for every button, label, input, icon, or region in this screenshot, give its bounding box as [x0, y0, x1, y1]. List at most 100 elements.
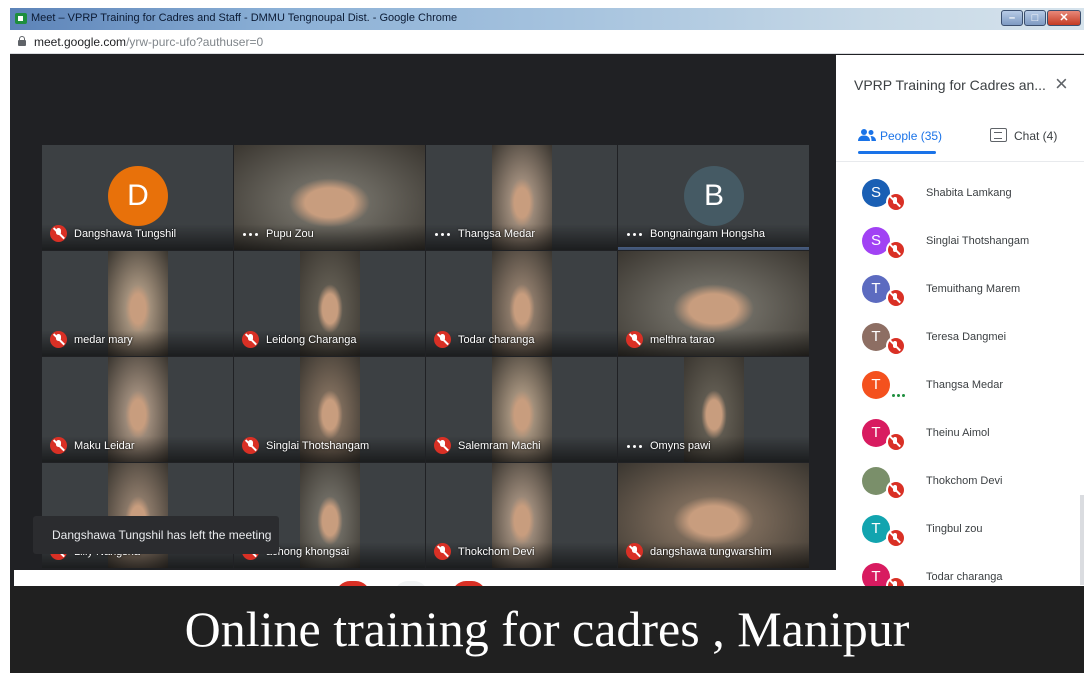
speaking-indicator-icon [243, 233, 259, 237]
participant-list-item[interactable]: Thokchom Devi [836, 459, 1076, 507]
participant-name: Salemram Machi [458, 440, 541, 452]
url-text[interactable]: meet.google.com/yrw-purc-ufo?authuser=0 [34, 35, 263, 49]
participant-avatar: D [108, 166, 168, 226]
mic-off-icon [886, 288, 906, 308]
participant-name: Pupu Zou [266, 228, 314, 240]
speaking-indicator-icon [435, 233, 451, 237]
tab-chat[interactable]: Chat (4) [990, 127, 1080, 155]
participant-tile[interactable]: dangshawa tungwarshim [618, 463, 809, 568]
maximize-button[interactable]: □ [1024, 10, 1046, 26]
participant-tile[interactable]: medar mary [42, 251, 233, 356]
participant-tile[interactable]: Maku Leidar [42, 357, 233, 462]
participant-list-name: Todar charanga [926, 571, 1003, 583]
participant-list-item[interactable]: T Theinu Aimol [836, 411, 1076, 459]
chrome-window: Meet – VPRP Training for Cadres and Staf… [10, 8, 1084, 586]
mic-off-icon [50, 225, 67, 242]
tab-people[interactable]: People (35) [858, 127, 968, 155]
meeting-control-bar [14, 570, 836, 586]
mic-off-icon [50, 331, 67, 348]
participant-tile[interactable]: D Dangshawa Tungshil [42, 145, 233, 250]
panel-title: VPRP Training for Cadres an... [854, 77, 1046, 93]
mic-off-icon [434, 437, 451, 454]
mic-off-icon [886, 336, 906, 356]
chat-icon [990, 128, 1007, 142]
mic-off-icon [886, 480, 906, 500]
close-window-button[interactable]: ✕ [1047, 10, 1081, 26]
tab-people-label: People (35) [880, 129, 943, 143]
participant-list-name: Teresa Dangmei [926, 331, 1007, 343]
close-panel-icon[interactable]: × [1055, 71, 1068, 97]
participant-tile[interactable]: melthra tarao [618, 251, 809, 356]
participant-grid: D Dangshawa Tungshil Pupu Zou Thangsa Medar… [42, 145, 810, 569]
participant-name: Omyns pawi [650, 440, 711, 452]
people-icon [858, 129, 876, 141]
screenshot-frame: Meet – VPRP Training for Cadres and Staf… [0, 0, 1084, 673]
mic-off-icon [434, 331, 451, 348]
mic-off-icon [242, 437, 259, 454]
participant-name: Singlai Thotshangam [266, 440, 370, 452]
name-shade [618, 436, 809, 462]
minimize-button[interactable]: – [1001, 10, 1023, 26]
participant-list-item[interactable]: T Temuithang Marem [836, 267, 1076, 315]
mic-off-icon [886, 528, 906, 548]
tab-chat-label: Chat (4) [1014, 129, 1058, 143]
participant-list-item[interactable]: S Shabita Lamkang [836, 171, 1076, 219]
panel-scrollbar[interactable] [1080, 495, 1084, 585]
mic-off-icon [886, 192, 906, 212]
left-meeting-toast: Dangshawa Tungshil has left the meeting [33, 516, 279, 554]
participant-name: Todar charanga [458, 334, 535, 346]
participant-avatar: T [862, 371, 890, 399]
name-shade [42, 330, 233, 356]
url-path: /yrw-purc-ufo?authuser=0 [126, 35, 264, 49]
window-title: Meet – VPRP Training for Cadres and Staf… [31, 12, 458, 24]
participant-list-item[interactable]: S Singlai Thotshangam [836, 219, 1076, 267]
participant-list-item[interactable]: T Teresa Dangmei [836, 315, 1076, 363]
meeting-stage: D Dangshawa Tungshil Pupu Zou Thangsa Medar… [10, 55, 836, 586]
participant-list-name: Tingbul zou [926, 523, 983, 535]
meet-favicon-icon [15, 13, 27, 24]
people-panel: VPRP Training for Cadres an... × People … [836, 55, 1084, 586]
name-shade [234, 224, 425, 250]
participant-name: Leidong Charanga [266, 334, 357, 346]
participant-list-item[interactable]: T Tingbul zou [836, 507, 1076, 555]
participant-list-item[interactable]: T Thangsa Medar [836, 363, 1076, 411]
participant-tile[interactable]: Pupu Zou [234, 145, 425, 250]
mic-off-icon [434, 543, 451, 560]
participant-name: Maku Leidar [74, 440, 135, 452]
participant-name: Thangsa Medar [458, 228, 536, 240]
speaking-indicator-icon [627, 445, 643, 449]
participant-name: dangshawa tungwarshim [650, 546, 772, 558]
participant-name: Dangshawa Tungshil [74, 228, 177, 240]
caption-banner: Online training for cadres , Manipur [10, 586, 1084, 673]
participant-name: melthra tarao [650, 334, 715, 346]
participant-list-name: Singlai Thotshangam [926, 235, 1030, 247]
mic-off-icon [886, 240, 906, 260]
mic-off-icon [242, 331, 259, 348]
participant-tile[interactable]: Salemram Machi [426, 357, 617, 462]
address-bar[interactable]: meet.google.com/yrw-purc-ufo?authuser=0 [10, 30, 1084, 54]
caption-text: Online training for cadres , Manipur [184, 601, 910, 657]
participant-name: Thokchom Devi [458, 546, 535, 558]
participant-list-name: Shabita Lamkang [926, 187, 1012, 199]
speaking-indicator-icon [892, 394, 908, 398]
participant-list[interactable]: S Shabita Lamkang S Singlai Thotshangam T Tem… [836, 162, 1084, 586]
mic-off-icon [626, 543, 643, 560]
participant-tile[interactable]: Leidong Charanga [234, 251, 425, 356]
mic-off-icon [50, 437, 67, 454]
participant-name: medar mary [74, 334, 133, 346]
participant-list-name: Thangsa Medar [926, 379, 1004, 391]
participant-tile[interactable]: Todar charanga [426, 251, 617, 356]
mic-off-icon [626, 331, 643, 348]
participant-name: Bongnaingam Hongsha [650, 228, 765, 240]
mic-off-icon [886, 432, 906, 452]
participant-tile[interactable]: Singlai Thotshangam [234, 357, 425, 462]
mic-off-icon [886, 576, 906, 586]
participant-tile[interactable]: Thokchom Devi [426, 463, 617, 568]
speaking-indicator-icon [627, 233, 643, 237]
participant-list-name: Temuithang Marem [926, 283, 1021, 295]
participant-tile[interactable]: Thangsa Medar [426, 145, 617, 250]
name-shade [42, 436, 233, 462]
participant-tile[interactable]: Omyns pawi [618, 357, 809, 462]
participant-tile[interactable]: B Bongnaingam Hongsha [618, 145, 809, 250]
participant-list-item[interactable]: T Todar charanga [836, 555, 1076, 586]
